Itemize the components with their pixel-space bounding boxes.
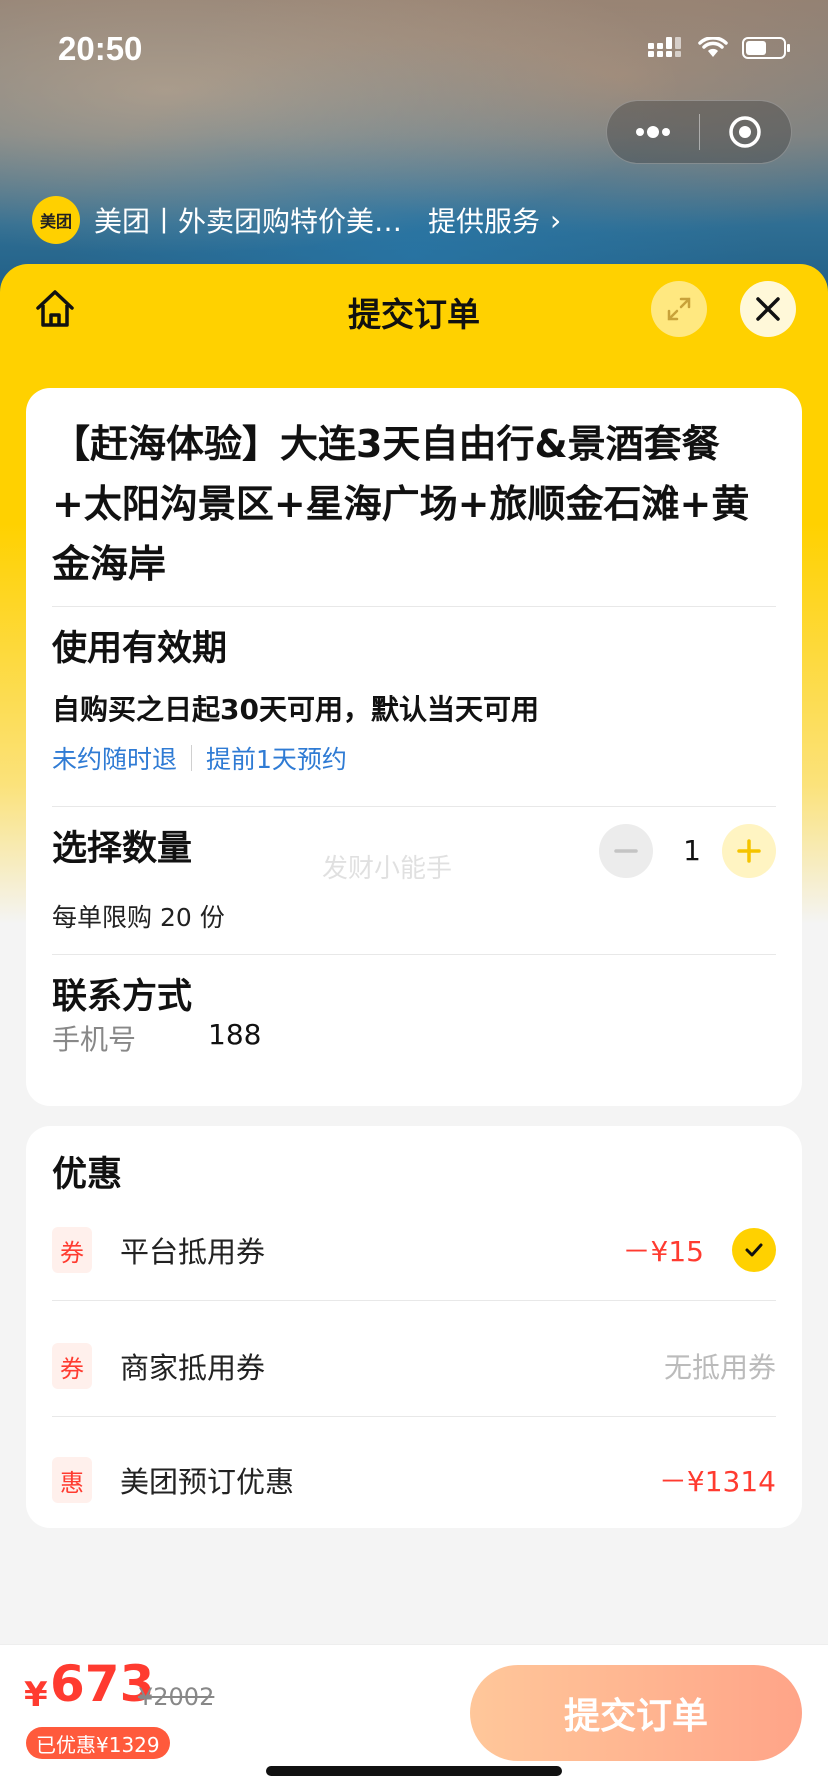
quantity-value: 1 (683, 834, 701, 867)
quantity-heading: 选择数量 (52, 829, 193, 869)
validity-text: 自购买之日起30天可用，默认当天可用 (52, 693, 539, 726)
target-circle-icon (729, 116, 761, 148)
submit-order-button[interactable]: 提交订单 (470, 1665, 802, 1761)
phone-label: 手机号 (52, 1023, 137, 1056)
plus-icon (737, 839, 761, 863)
wifi-icon (698, 37, 728, 57)
coupon-badge: 券 (52, 1343, 92, 1389)
service-link[interactable]: 提供服务 (428, 200, 540, 240)
status-icons (648, 36, 792, 60)
currency-symbol: ¥ (24, 1675, 48, 1715)
original-price: ¥2002 (138, 1683, 215, 1711)
tag-refund: 未约随时退 (52, 745, 178, 774)
discount-value: －¥1314 (658, 1465, 776, 1498)
battery-icon (742, 37, 790, 59)
divider (52, 1300, 776, 1301)
policy-tags: 未约随时退 提前1天预约 (52, 740, 347, 776)
coupon-badge: 券 (52, 1227, 92, 1273)
mini-program-capsule (606, 100, 792, 164)
sheet-header: 提交订单 (0, 264, 828, 364)
divider (52, 606, 776, 607)
meituan-logo: 美团 (32, 196, 80, 244)
chevron-right-icon: › (550, 203, 562, 237)
discount-name: 平台抵用券 (120, 1235, 266, 1269)
discount-badge: 惠 (52, 1457, 92, 1503)
discount-value: －¥15 (622, 1235, 704, 1268)
discount-name: 商家抵用券 (120, 1351, 266, 1385)
checkmark-icon (745, 1243, 763, 1257)
divider (52, 1416, 776, 1417)
expand-icon (667, 297, 691, 321)
order-sheet: 提交订单 【赶海体验】大连3天自由行&景酒套餐+太阳沟景区+星海广场+旅顺金石滩… (0, 264, 828, 1792)
watermark: 发财小能手 (322, 854, 453, 884)
order-detail-card: 【赶海体验】大连3天自由行&景酒套餐+太阳沟景区+星海广场+旅顺金石滩+黄金海岸… (26, 388, 802, 1106)
cellular-signal-icon (648, 37, 681, 57)
tag-divider (191, 745, 193, 771)
discount-card: 优惠 券 平台抵用券 －¥15 券 商家抵用券 无抵用券 惠 美团预订优惠 －¥… (26, 1126, 802, 1528)
saved-amount-badge[interactable]: 已优惠¥1329 (26, 1727, 170, 1759)
quantity-limit: 每单限购 20 份 (52, 903, 225, 932)
booking-discount-row: 惠 美团预订优惠 －¥1314 (52, 1450, 776, 1510)
validity-heading: 使用有效期 (52, 629, 228, 669)
exit-button[interactable] (700, 100, 792, 164)
contact-heading: 联系方式 (52, 977, 193, 1017)
discount-value: 无抵用券 (663, 1351, 776, 1384)
platform-coupon-row[interactable]: 券 平台抵用券 －¥15 (52, 1220, 776, 1280)
divider (52, 806, 776, 807)
home-indicator (266, 1766, 562, 1776)
tag-reservation: 提前1天预约 (206, 745, 347, 774)
status-time: 20:50 (58, 30, 143, 67)
discount-heading: 优惠 (52, 1155, 123, 1195)
merchant-coupon-row[interactable]: 券 商家抵用券 无抵用券 (52, 1336, 776, 1396)
increase-quantity-button[interactable] (722, 824, 776, 878)
decrease-quantity-button[interactable] (599, 824, 653, 878)
close-button[interactable] (740, 281, 796, 337)
more-dots-icon (635, 126, 670, 138)
more-button[interactable] (607, 100, 699, 164)
mini-program-name: 美团丨外卖团购特价美… (94, 205, 403, 238)
status-bar: 20:50 (0, 0, 828, 100)
coupon-checkbox[interactable] (732, 1228, 776, 1272)
product-title: 【赶海体验】大连3天自由行&景酒套餐+太阳沟景区+星海广场+旅顺金石滩+黄金海岸 (52, 422, 750, 586)
minus-icon (614, 849, 638, 853)
divider (52, 954, 776, 955)
discount-name: 美团预订优惠 (120, 1465, 295, 1499)
mini-program-source-bar[interactable]: 美团 美团丨外卖团购特价美… 提供服务 › (32, 196, 561, 244)
close-icon (756, 297, 780, 321)
phone-field[interactable]: 188 (208, 1018, 261, 1051)
expand-button[interactable] (651, 281, 707, 337)
